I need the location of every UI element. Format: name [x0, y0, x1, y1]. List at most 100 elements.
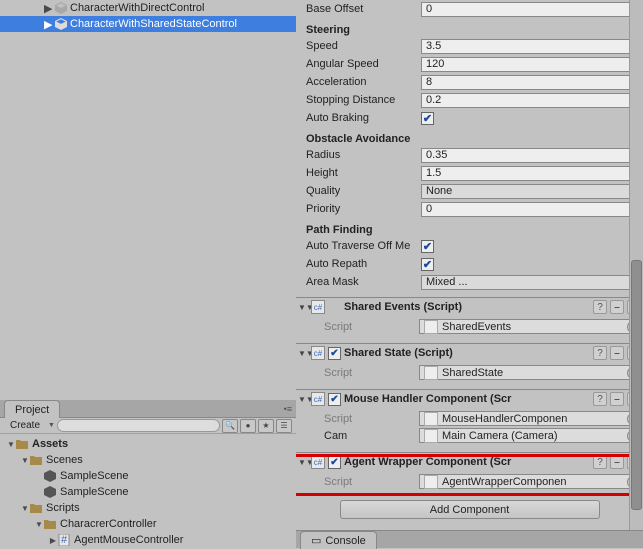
preset-icon[interactable]: ⎯ — [610, 300, 624, 314]
script-icon: c# — [311, 392, 325, 406]
help-icon[interactable]: ? — [593, 346, 607, 360]
inspector-scrollbar[interactable] — [629, 0, 643, 530]
preset-icon[interactable]: ⎯ — [610, 392, 624, 406]
fold-icon[interactable] — [48, 536, 58, 545]
fold-icon[interactable] — [34, 520, 44, 529]
angular-speed-field[interactable]: 120 — [421, 57, 639, 72]
project-panel: Project •≡ Create ▼ 🔍 ● ★ ☰ Assets — [0, 400, 296, 548]
base-offset-field[interactable]: 0 — [421, 2, 639, 17]
quality-label: Quality — [306, 185, 421, 197]
radius-label: Radius — [306, 149, 421, 161]
speed-field[interactable]: 3.5 — [421, 39, 639, 54]
tree-label: AgentMouseController — [74, 534, 183, 546]
scene-item[interactable]: SampleScene — [0, 468, 296, 484]
expand-arrow-icon[interactable]: ▶ — [44, 18, 54, 31]
hierarchy-item-direct-control[interactable]: ▶ CharacterWithDirectControl — [0, 0, 296, 16]
panel-options-icon[interactable]: •≡ — [284, 400, 292, 417]
scene-item[interactable]: SampleScene — [0, 484, 296, 500]
auto-braking-label: Auto Braking — [306, 112, 421, 124]
project-tab[interactable]: Project — [4, 400, 60, 418]
script-item-agent-mouse[interactable]: # AgentMouseController — [0, 532, 296, 548]
folder-icon — [44, 519, 58, 529]
fold-icon[interactable] — [20, 504, 30, 513]
save-search-icon[interactable]: ☰ — [276, 419, 292, 433]
fold-icon[interactable]: ▼ — [298, 303, 308, 312]
cam-label: Cam — [324, 430, 419, 442]
radius-field[interactable]: 0.35 — [421, 148, 639, 163]
priority-label: Priority — [306, 203, 421, 215]
scripts-folder[interactable]: Scripts — [0, 500, 296, 516]
filter-favorite-icon[interactable]: ★ — [258, 419, 274, 433]
script-icon: c# — [311, 300, 325, 314]
fold-icon[interactable] — [6, 440, 16, 449]
cam-slot[interactable]: Main Camera (Camera)⊙ — [419, 428, 641, 443]
priority-field[interactable]: 0 — [421, 202, 639, 217]
area-mask-dropdown[interactable]: Mixed ...▲▼ — [421, 275, 639, 290]
project-tree: Assets Scenes SampleScene SampleScene — [0, 434, 296, 548]
help-icon[interactable]: ? — [593, 392, 607, 406]
tab-label: Project — [15, 404, 49, 416]
console-icon: ▭ — [311, 534, 321, 547]
tree-label: SampleScene — [60, 486, 129, 498]
script-slot: MouseHandlerComponen⊙ — [419, 411, 641, 426]
tree-label: CharacrerController — [60, 518, 157, 530]
create-dropdown-icon[interactable]: ▼ — [48, 422, 55, 429]
folder-icon — [30, 503, 44, 513]
enable-checkbox[interactable]: ✔ — [328, 393, 341, 406]
base-offset-label: Base Offset — [306, 3, 421, 15]
hierarchy-item-label: CharacterWithDirectControl — [70, 2, 204, 14]
create-button[interactable]: Create — [4, 419, 46, 433]
area-mask-label: Area Mask — [306, 276, 421, 288]
scrollbar-thumb[interactable] — [631, 260, 642, 510]
height-field[interactable]: 1.5 — [421, 166, 639, 181]
fold-icon[interactable]: ▼ — [298, 349, 308, 358]
tree-label: Scripts — [46, 502, 80, 514]
tree-label: SampleScene — [60, 470, 129, 482]
fold-icon[interactable] — [20, 456, 30, 465]
expand-arrow-icon[interactable]: ▶ — [44, 2, 54, 15]
mouse-handler-component: ▼ c# ✔ Mouse Handler Component (Scr ?⎯⚙ … — [296, 389, 643, 446]
script-slot: AgentWrapperComponen⊙ — [419, 474, 641, 489]
auto-repath-checkbox[interactable]: ✔ — [421, 258, 434, 271]
script-icon: c# — [311, 346, 325, 360]
project-search-input[interactable] — [57, 419, 220, 432]
search-filter-icon[interactable]: 🔍 — [222, 419, 238, 433]
assets-folder[interactable]: Assets — [0, 436, 296, 452]
character-controller-folder[interactable]: CharacrerController — [0, 516, 296, 532]
tree-label: Scenes — [46, 454, 83, 466]
add-component-button[interactable]: Add Component — [340, 500, 600, 519]
hierarchy-item-shared-state-control[interactable]: ▶ CharacterWithSharedStateControl — [0, 16, 296, 32]
filter-type-icon[interactable]: ● — [240, 419, 256, 433]
component-title: Shared State (Script) — [344, 347, 590, 359]
component-title: Mouse Handler Component (Scr — [344, 393, 590, 405]
quality-dropdown[interactable]: None▲▼ — [421, 184, 639, 199]
enable-checkbox[interactable]: ✔ — [328, 347, 341, 360]
gameobject-icon — [54, 1, 68, 15]
auto-repath-label: Auto Repath — [306, 258, 421, 270]
console-tab[interactable]: ▭ Console — [300, 531, 377, 549]
help-icon[interactable]: ? — [593, 300, 607, 314]
tree-label: Assets — [32, 438, 68, 450]
inspector-panel: Base Offset0 Steering Speed3.5 Angular S… — [296, 0, 643, 530]
script-field-label: Script — [324, 413, 419, 425]
auto-braking-checkbox[interactable]: ✔ — [421, 112, 434, 125]
scene-icon — [44, 486, 58, 498]
gameobject-icon — [54, 17, 68, 31]
shared-state-component: ▼ c# ✔ Shared State (Script) ?⎯⚙ ScriptS… — [296, 343, 643, 383]
stopping-distance-label: Stopping Distance — [306, 94, 421, 106]
script-slot: SharedState⊙ — [419, 365, 641, 380]
auto-traverse-checkbox[interactable]: ✔ — [421, 240, 434, 253]
preset-icon[interactable]: ⎯ — [610, 346, 624, 360]
script-field-label: Script — [324, 367, 419, 379]
script-slot: SharedEvents⊙ — [419, 319, 641, 334]
path-finding-header: Path Finding — [306, 224, 639, 236]
svg-text:#: # — [61, 534, 68, 546]
scenes-folder[interactable]: Scenes — [0, 452, 296, 468]
obstacle-avoidance-header: Obstacle Avoidance — [306, 133, 639, 145]
speed-label: Speed — [306, 40, 421, 52]
stopping-distance-field[interactable]: 0.2 — [421, 93, 639, 108]
acceleration-label: Acceleration — [306, 76, 421, 88]
fold-icon[interactable]: ▼ — [298, 395, 308, 404]
steering-header: Steering — [306, 24, 639, 36]
acceleration-field[interactable]: 8 — [421, 75, 639, 90]
